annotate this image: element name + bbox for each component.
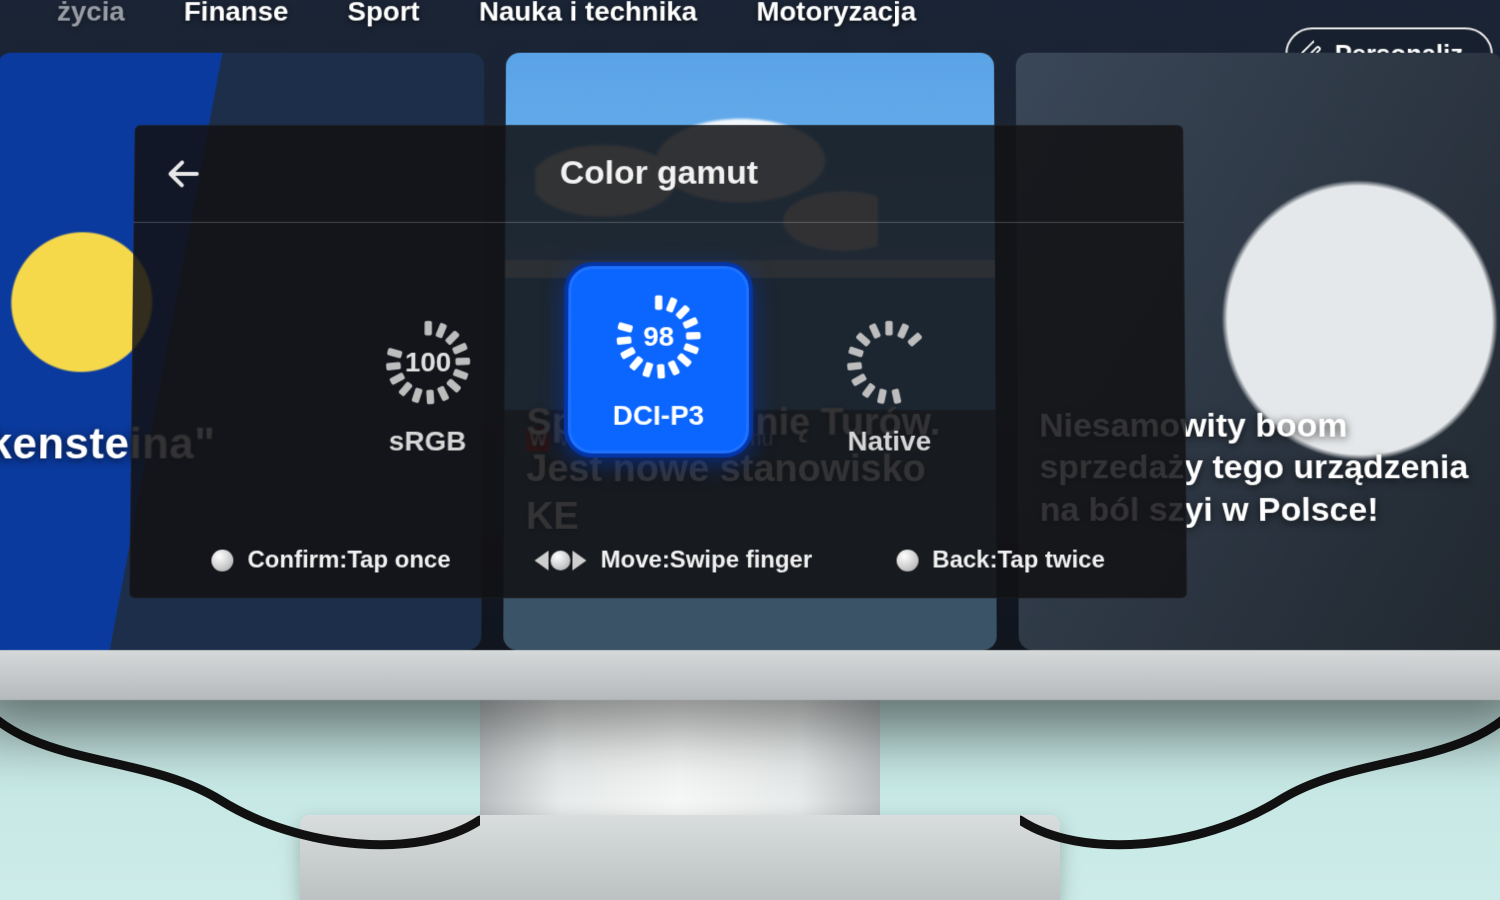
nav-item-finanse[interactable]: Finanse [184, 0, 289, 27]
osd-option-label: sRGB [389, 426, 467, 458]
monitor-stand-base [300, 815, 1060, 900]
nav-item-nauka[interactable]: Nauka i technika [479, 0, 697, 27]
osd-option-row: 100 sRGB [131, 262, 1186, 457]
osd-option-dcip3[interactable]: 98 DCI-P3 [564, 262, 753, 457]
monitor-screen: życia Finanse Sport Nauka i technika Mot… [0, 0, 1500, 650]
monitor-bezel-bottom [0, 650, 1500, 700]
nav-item-partial[interactable]: życia [57, 0, 125, 27]
osd-header: Color gamut [134, 125, 1184, 223]
osd-hint-move-text: Move:Swipe finger [601, 547, 813, 575]
nav-item-sport[interactable]: Sport [347, 0, 419, 27]
gauge-value: 98 [613, 292, 705, 383]
osd-hint-back: Back:Tap twice [896, 547, 1105, 575]
osd-panel: Color gamut [129, 125, 1187, 598]
osd-option-native[interactable]: Native [805, 317, 974, 457]
osd-hint-back-text: Back:Tap twice [932, 547, 1105, 575]
osd-hint-move: Move:Swipe finger [535, 547, 812, 575]
gauge-value [843, 317, 935, 408]
photo-scene: życia Finanse Sport Nauka i technika Mot… [0, 0, 1500, 900]
osd-hint-bar: Confirm:Tap once Move:Swipe finger Back:… [129, 547, 1186, 575]
news-top-nav: życia Finanse Sport Nauka i technika Mot… [0, 0, 1500, 49]
osd-title: Color gamut [560, 154, 758, 192]
arrow-left-icon [164, 154, 204, 193]
swipe-icon [535, 551, 587, 571]
tap-dot-icon [896, 550, 918, 572]
nav-item-motoryzacja[interactable]: Motoryzacja [756, 0, 916, 27]
osd-option-label: DCI-P3 [613, 400, 704, 432]
osd-hint-confirm-text: Confirm:Tap once [247, 547, 450, 575]
gauge-value: 100 [382, 317, 474, 408]
osd-back-button[interactable] [160, 150, 208, 197]
gauge-icon: 100 [382, 317, 474, 408]
osd-option-label: Native [847, 426, 931, 458]
osd-option-srgb[interactable]: 100 sRGB [343, 317, 513, 457]
tap-dot-icon [212, 550, 234, 572]
monitor-body: życia Finanse Sport Nauka i technika Mot… [0, 0, 1500, 700]
gauge-icon [843, 317, 935, 408]
osd-hint-confirm: Confirm:Tap once [212, 547, 451, 575]
gauge-icon: 98 [613, 292, 705, 383]
